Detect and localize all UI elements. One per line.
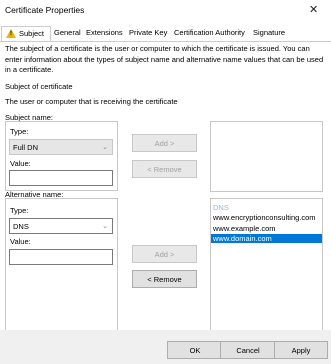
tab-signature[interactable]: Signature bbox=[253, 28, 285, 37]
alternative-type-select[interactable]: DNS ⌄ bbox=[9, 218, 113, 234]
close-icon[interactable]: ✕ bbox=[309, 3, 318, 16]
subject-type-select[interactable]: Full DN ⌄ bbox=[9, 139, 113, 155]
tab-subject[interactable]: ! Subject bbox=[1, 26, 51, 42]
alternative-type-label: Type: bbox=[10, 206, 29, 215]
subject-type-label: Type: bbox=[10, 127, 29, 136]
subject-add-button[interactable]: Add > bbox=[132, 134, 197, 152]
list-item-selected[interactable]: www.domain.com bbox=[211, 234, 322, 243]
subject-remove-button[interactable]: < Remove bbox=[132, 160, 197, 178]
alternative-value-label: Value: bbox=[10, 237, 31, 246]
cancel-button[interactable]: Cancel bbox=[220, 341, 276, 359]
warning-icon-mark: ! bbox=[10, 31, 12, 37]
subject-name-list[interactable] bbox=[210, 121, 323, 192]
chevron-down-icon: ⌄ bbox=[102, 144, 108, 151]
alternative-value-input[interactable] bbox=[9, 249, 113, 265]
apply-button[interactable]: Apply bbox=[274, 341, 328, 359]
alternative-add-button[interactable]: Add > bbox=[132, 245, 197, 263]
alternative-remove-button[interactable]: < Remove bbox=[132, 270, 197, 288]
tab-divider bbox=[0, 41, 331, 42]
window-title: Certificate Properties bbox=[5, 5, 85, 15]
subject-subtext: The user or computer that is receiving t… bbox=[5, 97, 178, 106]
list-item[interactable]: www.encryptionconsulting.com bbox=[213, 213, 316, 222]
tab-label: Subject bbox=[19, 29, 45, 38]
ok-button[interactable]: OK bbox=[167, 341, 223, 359]
alternative-type-value: DNS bbox=[13, 222, 29, 231]
description-text: The subject of a certificate is the user… bbox=[5, 44, 324, 74]
alternative-name-list[interactable]: DNS www.encryptionconsulting.com www.exa… bbox=[210, 198, 323, 332]
tab-private-key[interactable]: Private Key bbox=[129, 28, 167, 37]
subject-value-label: Value: bbox=[10, 159, 31, 168]
subject-heading: Subject of certificate bbox=[5, 82, 73, 91]
tab-general[interactable]: General bbox=[54, 28, 81, 37]
chevron-down-icon: ⌄ bbox=[102, 223, 108, 230]
tab-certification-authority[interactable]: Certification Authority bbox=[174, 28, 245, 37]
tab-extensions[interactable]: Extensions bbox=[86, 28, 123, 37]
list-group-header: DNS bbox=[213, 203, 229, 212]
list-item[interactable]: www.example.com bbox=[213, 224, 276, 233]
tab-strip: ! Subject General Extensions Private Key… bbox=[0, 26, 331, 42]
subject-value-input[interactable] bbox=[9, 170, 113, 186]
subject-type-value: Full DN bbox=[13, 143, 39, 152]
